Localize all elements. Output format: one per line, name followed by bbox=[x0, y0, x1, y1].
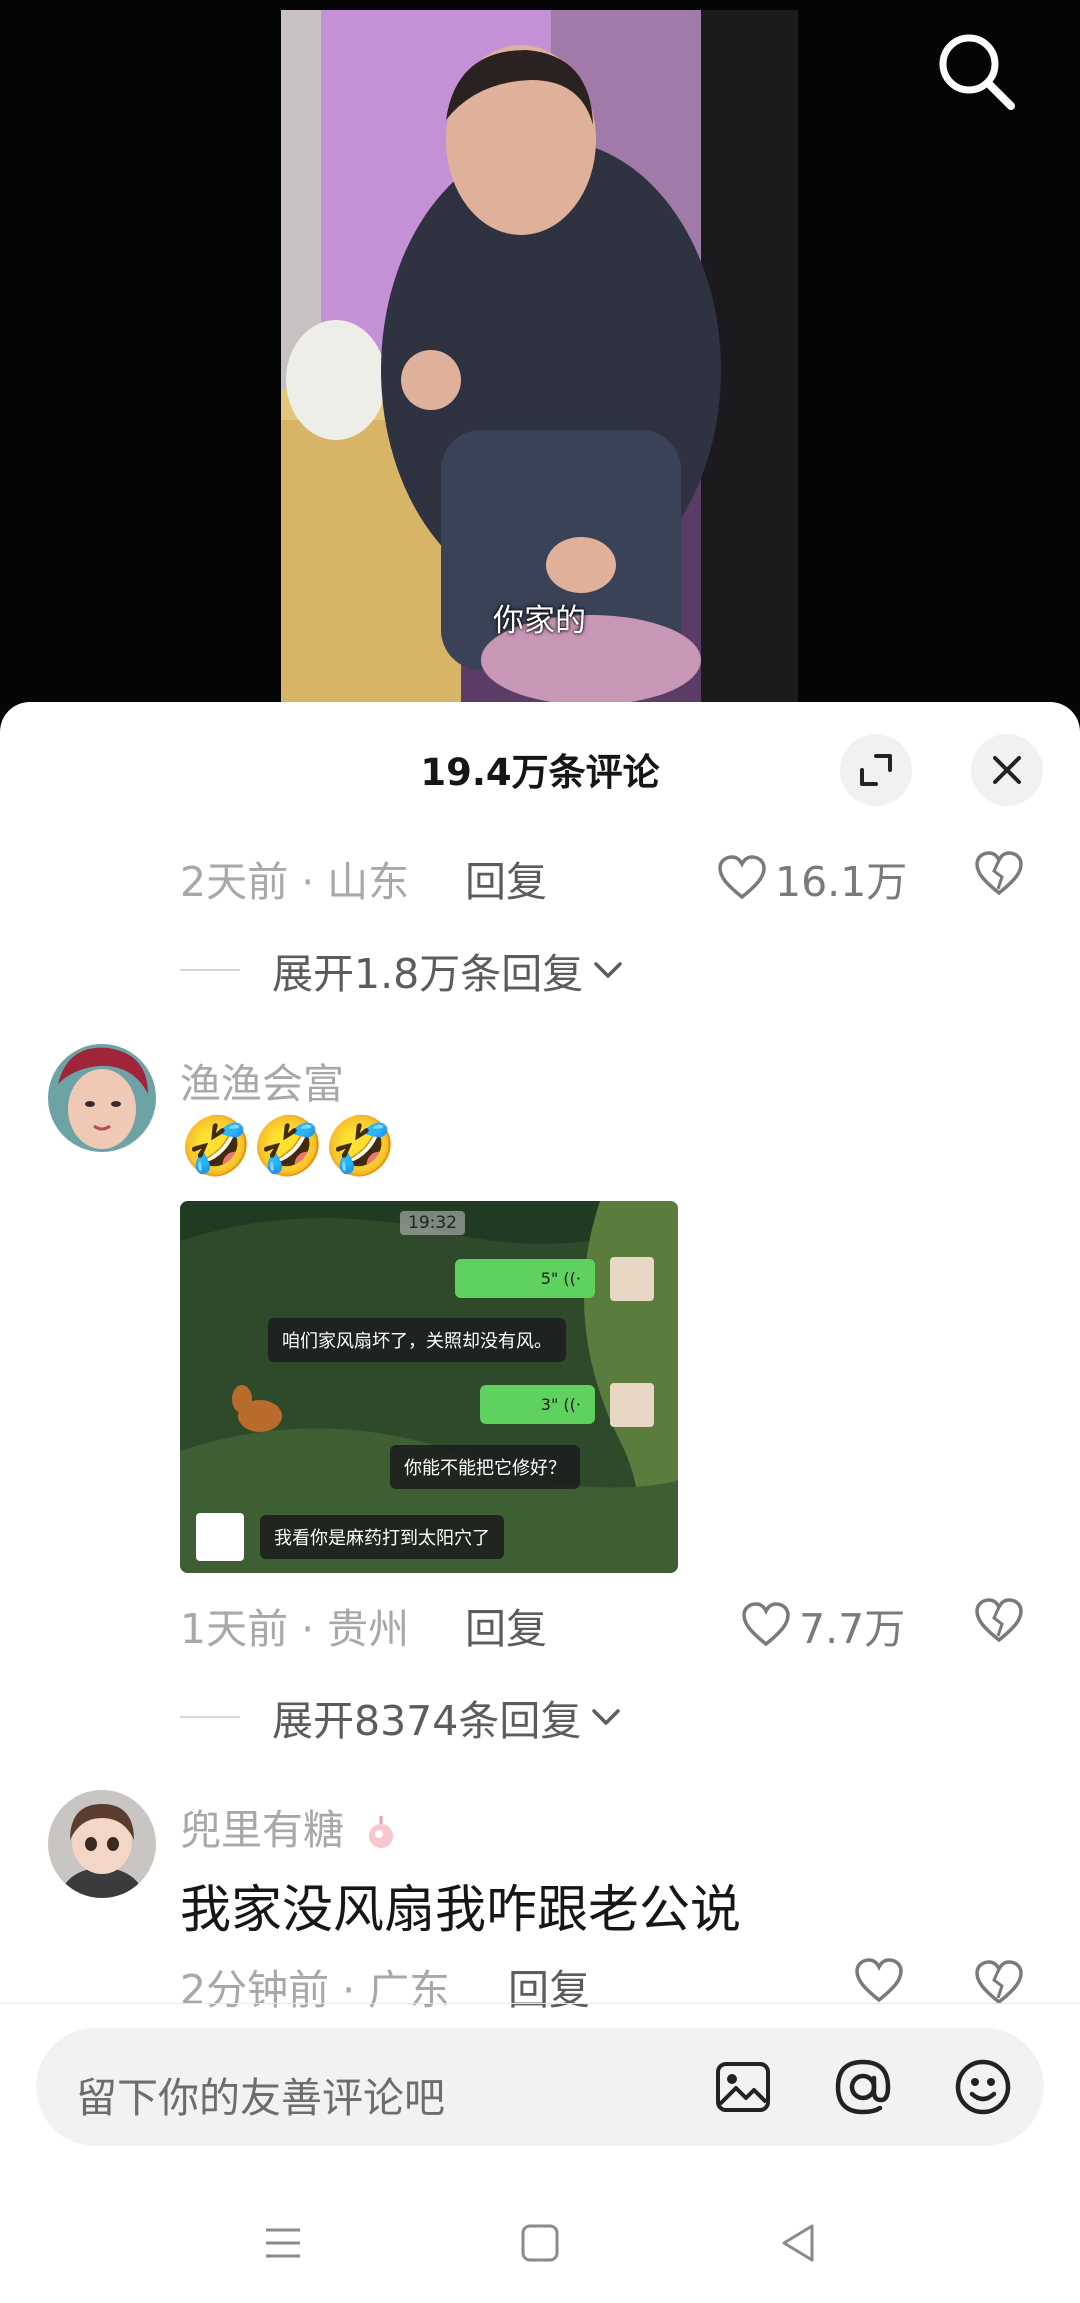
comment-emoji: 🤣🤣🤣 bbox=[180, 1112, 397, 1180]
home-icon[interactable] bbox=[515, 2218, 565, 2268]
avatar-image bbox=[48, 1044, 156, 1152]
heart-icon bbox=[718, 855, 766, 900]
divider-dash bbox=[180, 1716, 240, 1718]
comment-meta: 1天前 · 贵州 bbox=[180, 1605, 410, 1653]
comment-input[interactable]: 留下你的友善评论吧 bbox=[36, 2028, 1044, 2146]
search-button[interactable] bbox=[935, 30, 1019, 114]
avatar[interactable] bbox=[48, 1790, 156, 1898]
divider-dash bbox=[180, 969, 240, 971]
voice-message: 3" ((· bbox=[480, 1385, 595, 1424]
reply-button[interactable]: 回复 bbox=[508, 1956, 590, 2016]
broken-heart-icon[interactable] bbox=[974, 849, 1024, 899]
comment-meta: 2分钟前 · 广东 bbox=[180, 1966, 451, 2014]
search-icon bbox=[939, 34, 1015, 110]
username[interactable]: 兜里有糖 bbox=[180, 1796, 399, 1856]
heart-icon bbox=[855, 1958, 903, 2003]
back-icon[interactable] bbox=[774, 2218, 824, 2268]
chat-message: 咱们家风扇坏了，关照却没有风。 bbox=[268, 1318, 566, 1362]
image-icon[interactable] bbox=[712, 2056, 774, 2118]
menu-icon[interactable] bbox=[258, 2218, 308, 2268]
expand-replies-button[interactable]: 展开8374条回复 bbox=[180, 1687, 623, 1747]
voice-message: 5" ((· bbox=[455, 1259, 595, 1298]
chat-timestamp: 19:32 bbox=[400, 1211, 465, 1235]
avatar-image bbox=[48, 1790, 156, 1898]
reply-button[interactable]: 回复 bbox=[465, 848, 547, 908]
voice-duration: 3" bbox=[540, 1395, 559, 1414]
voice-duration: 5" bbox=[540, 1269, 559, 1288]
close-icon bbox=[993, 756, 1021, 784]
like-button[interactable]: 7.7万 bbox=[741, 1595, 905, 1655]
chat-avatar bbox=[610, 1383, 654, 1427]
chat-avatar bbox=[610, 1257, 654, 1301]
comment-image[interactable]: 19:32 5" ((· 咱们家风扇坏了，关照却没有风。 3" ((· 你能不能… bbox=[180, 1201, 678, 1573]
like-button[interactable]: 16.1万 bbox=[717, 848, 907, 908]
comment-text: 我家没风扇我咋跟老公说 bbox=[180, 1881, 742, 1940]
input-divider bbox=[0, 2003, 1080, 2004]
system-nav-bar bbox=[0, 2180, 1080, 2303]
username[interactable]: 渔渔会富 bbox=[180, 1050, 344, 1110]
comment-count-title: 19.4万条评论 bbox=[420, 751, 660, 794]
broken-heart-icon[interactable] bbox=[974, 1596, 1024, 1646]
chat-avatar bbox=[196, 1513, 244, 1561]
like-count: 16.1万 bbox=[775, 858, 908, 906]
emoji-icon[interactable] bbox=[952, 2056, 1014, 2118]
fullscreen-button[interactable] bbox=[840, 734, 912, 806]
expand-replies-button[interactable]: 展开1.8万条回复 bbox=[180, 940, 625, 1000]
close-button[interactable] bbox=[971, 734, 1043, 806]
video-player[interactable]: 你家的 bbox=[281, 10, 798, 710]
like-button[interactable] bbox=[854, 1958, 904, 2004]
heart-icon bbox=[742, 1602, 790, 1647]
chevron-down-icon bbox=[594, 962, 622, 978]
username-text: 兜里有糖 bbox=[180, 1806, 344, 1854]
chat-message: 你能不能把它修好？ bbox=[390, 1445, 580, 1489]
expand-icon bbox=[860, 754, 892, 786]
comment-input-placeholder[interactable]: 留下你的友善评论吧 bbox=[76, 2064, 445, 2124]
expand-replies-label: 展开8374条回复 bbox=[272, 1697, 582, 1745]
video-area[interactable]: 你家的 bbox=[0, 0, 1080, 720]
chevron-down-icon bbox=[592, 1709, 621, 1725]
video-subtitle: 你家的 bbox=[493, 603, 586, 639]
like-count: 7.7万 bbox=[799, 1605, 906, 1653]
chat-message: 我看你是麻药打到太阳穴了 bbox=[260, 1515, 504, 1559]
at-icon[interactable] bbox=[832, 2056, 894, 2118]
reply-button[interactable]: 回复 bbox=[465, 1595, 547, 1655]
broken-heart-icon[interactable] bbox=[974, 1958, 1024, 2008]
expand-replies-label: 展开1.8万条回复 bbox=[272, 950, 584, 998]
comment-meta: 2天前 · 山东 bbox=[180, 858, 410, 906]
avatar[interactable] bbox=[48, 1044, 156, 1152]
candy-icon bbox=[369, 1816, 394, 1848]
